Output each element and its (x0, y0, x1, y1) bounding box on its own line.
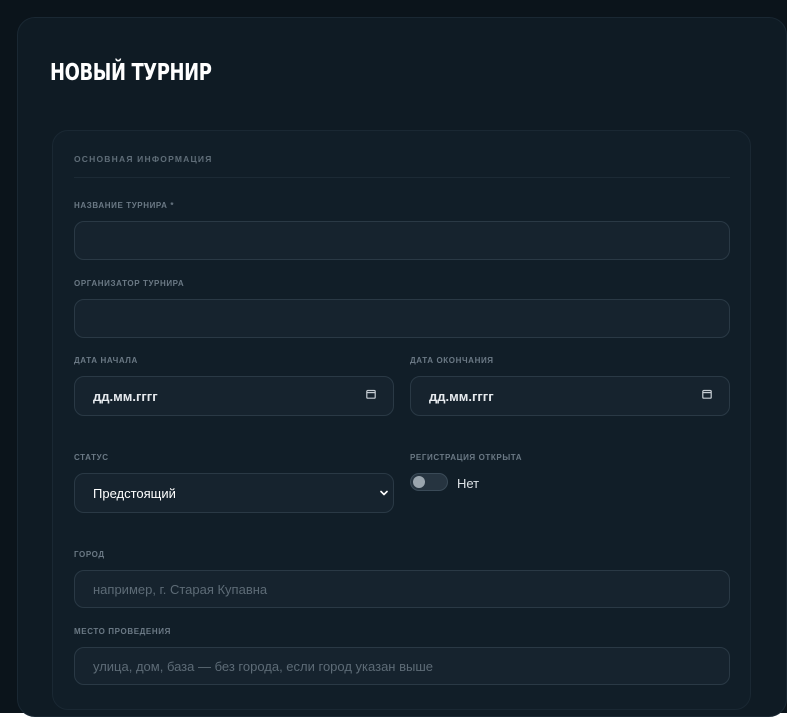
calendar-icon[interactable] (366, 389, 376, 399)
toggle-knob (413, 476, 425, 488)
venue-label: МЕСТО ПРОВЕДЕНИЯ (74, 627, 171, 636)
page-title: НОВЫЙ ТУРНИР (50, 60, 212, 86)
city-label: ГОРОД (74, 550, 105, 559)
section-title: ОСНОВНАЯ ИНФОРМАЦИЯ (74, 154, 213, 164)
tournament-name-label: НАЗВАНИЕ ТУРНИРА * (74, 201, 175, 210)
section-divider (74, 177, 730, 178)
end-date-value: дд.мм.гггг (429, 389, 494, 404)
registration-toggle[interactable] (410, 473, 448, 491)
end-date-input[interactable]: дд.мм.гггг (410, 376, 730, 416)
registration-label: РЕГИСТРАЦИЯ ОТКРЫТА (410, 453, 523, 462)
main-info-section (52, 130, 751, 710)
tournament-name-input[interactable] (74, 221, 730, 260)
start-date-input[interactable]: дд.мм.гггг (74, 376, 394, 416)
calendar-icon[interactable] (702, 389, 712, 399)
organizer-input[interactable] (74, 299, 730, 338)
status-label: СТАТУС (74, 453, 109, 462)
city-input[interactable] (74, 570, 730, 608)
start-date-value: дд.мм.гггг (93, 389, 158, 404)
organizer-label: ОРГАНИЗАТОР ТУРНИРА (74, 279, 185, 288)
chevron-down-icon (380, 490, 388, 496)
registration-status-text: Нет (457, 476, 480, 491)
start-date-label: ДАТА НАЧАЛА (74, 356, 138, 365)
status-select[interactable]: Предстоящий (74, 473, 394, 513)
venue-input[interactable] (74, 647, 730, 685)
end-date-label: ДАТА ОКОНЧАНИЯ (410, 356, 494, 365)
status-selected-value: Предстоящий (93, 486, 176, 501)
